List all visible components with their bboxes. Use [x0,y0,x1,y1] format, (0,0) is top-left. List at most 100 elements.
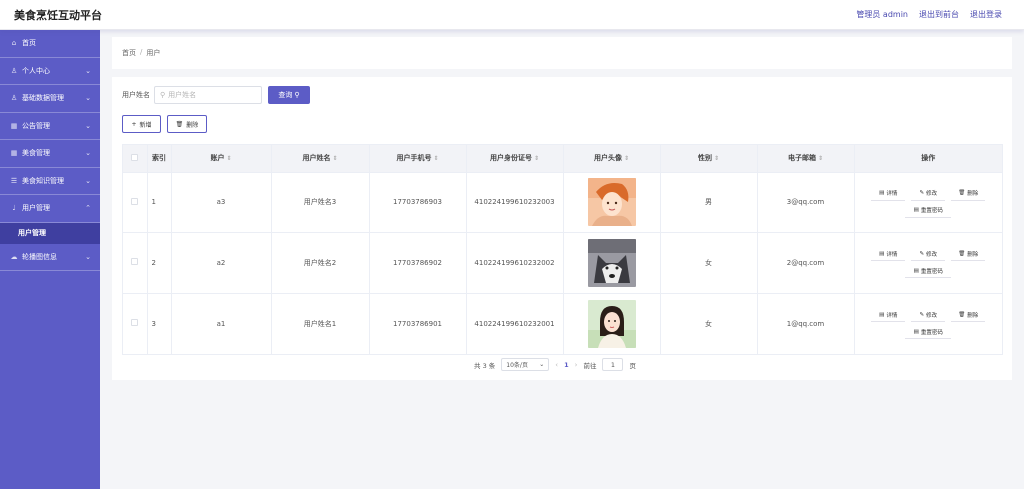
search-row: 用户姓名 ⚲ 用户姓名 查询 ⚲ [122,86,310,104]
column-header-phone[interactable]: 用户手机号 ⇕ [369,145,467,172]
column-header-avatar[interactable]: 用户头像 ⇕ [563,145,661,172]
edit-button[interactable]: ✎ 修改 [911,247,946,262]
cell-name: 用户姓名1 [271,293,370,354]
user-avatar-image[interactable] [587,238,636,287]
cell-email: 2@qq.com [757,232,855,293]
cell-avatar [563,232,661,293]
search-placeholder: 用户姓名 [168,91,197,99]
sidebar-item-label: 轮播图信息 [22,252,57,261]
search-icon: ⚲ [294,91,300,99]
delete-button[interactable]: 🗑 删除 [167,115,207,133]
query-button[interactable]: 查询 ⚲ [268,86,310,104]
query-button-label: 查询 [278,91,293,99]
action-row: + 新增 🗑 删除 [122,115,207,133]
sidebar-item-label: 美食知识管理 [22,176,64,185]
doc-icon: ▤ [879,190,885,197]
prev-page-icon[interactable]: ‹ [555,361,558,369]
cloud-icon: ☁ [10,252,18,261]
row-delete-button[interactable]: 🗑 删除 [951,308,986,322]
sidebar-item-notice[interactable]: ▦ 公告管理 ⌄ [0,113,100,140]
row-delete-button[interactable]: 🗑 删除 [951,187,986,201]
goto-page-input[interactable]: 1 [602,358,624,371]
row-checkbox[interactable] [123,172,148,233]
grid-icon: ▦ [10,149,18,158]
user-avatar-image[interactable] [587,178,636,227]
row-checkbox[interactable] [123,232,148,293]
row-checkbox[interactable] [123,293,148,354]
plus-icon: + [131,120,137,128]
sidebar-subitem-user-management[interactable]: 用户管理 [0,222,100,244]
detail-button[interactable]: ▤ 详情 [871,308,906,322]
cell-actions: ▤ 详情 ✎ 修改 🗑 删除 ▤ 重置密码 [854,233,1002,294]
cell-idcard: 410224199610232003 [466,172,564,233]
table-row: 1 a3 用户姓名3 17703786903 41022419961023200… [123,172,1002,233]
column-header-idcard[interactable]: 用户身份证号 ⇕ [466,145,564,172]
column-header-gender[interactable]: 性别 ⇕ [660,145,758,172]
next-page-icon[interactable]: › [575,361,578,369]
grid-icon: ▦ [10,121,18,130]
column-header-index: 索引 [147,145,172,172]
chevron-down-icon: ⌄ [85,176,91,185]
front-link[interactable]: 退出到前台 [919,9,959,20]
add-button-label: 新增 [139,121,152,129]
add-button[interactable]: + 新增 [122,115,161,133]
column-header-email[interactable]: 电子邮箱 ⇕ [757,145,855,172]
sidebar-item-carousel[interactable]: ☁ 轮播图信息 ⌄ [0,244,100,271]
search-input[interactable]: ⚲ 用户姓名 [154,86,262,104]
breadcrumb-home[interactable]: 首页 [122,48,136,58]
cell-email: 1@qq.com [757,293,855,354]
reset-password-button[interactable]: ▤ 重置密码 [905,204,952,218]
person-icon: ♙ [10,94,18,103]
chevron-down-icon: ⌄ [85,149,91,157]
cell-name: 用户姓名3 [271,172,370,233]
cell-idcard: 410224199610232001 [466,293,564,354]
list-icon: ☰ [10,176,18,185]
home-icon: ⌂ [11,39,17,48]
chevron-down-icon: ⌄ [85,252,91,261]
pencil-icon: ✎ [919,311,925,318]
sidebar-item-food-knowledge[interactable]: ☰ 美食知识管理 ⌄ [0,168,100,195]
sidebar-item-food[interactable]: ▦ 美食管理 ⌄ [0,140,100,168]
app-title: 美食烹饪互动平台 [14,9,102,22]
person-icon: ♙ [10,66,18,75]
edit-button[interactable]: ✎ 修改 [911,187,946,201]
search-label: 用户姓名 [122,91,150,99]
edit-button[interactable]: ✎ 修改 [911,308,946,322]
sort-icon: ⇕ [713,155,720,163]
cell-gender: 女 [660,293,758,354]
breadcrumb: 首页 / 用户 [122,48,160,58]
sort-icon: ⇕ [817,155,824,163]
chevron-down-icon: ⌄ [85,94,91,102]
sidebar-item-home[interactable]: ⌂ 首页 [0,30,100,58]
admin-label[interactable]: 管理员 admin [856,9,908,20]
breadcrumb-current: 用户 [146,49,161,57]
column-header-name[interactable]: 用户姓名 ⇕ [271,145,370,172]
select-all-checkbox[interactable] [123,145,148,172]
sort-icon: ⇕ [226,155,232,163]
sort-icon: ⇕ [332,155,338,163]
sidebar-item-basic-data[interactable]: ♙ 基础数据管理 ⌄ [0,85,100,113]
doc-icon: ▤ [879,311,885,318]
cell-index: 1 [147,172,172,233]
sidebar-item-label: 公告管理 [22,121,50,130]
user-avatar-image[interactable] [587,299,636,348]
doc-icon: ▤ [879,250,885,257]
page-number[interactable]: 1 [564,361,569,369]
sort-icon: ⇕ [533,155,540,163]
cell-name: 用户姓名2 [271,232,370,293]
detail-button[interactable]: ▤ 详情 [871,247,906,262]
reset-password-button[interactable]: ▤ 重置密码 [905,264,952,279]
detail-button[interactable]: ▤ 详情 [871,187,906,201]
page-size-select[interactable]: 10条/页 ⌄ [501,358,550,371]
row-delete-button[interactable]: 🗑 删除 [951,247,986,262]
column-header-account[interactable]: 账户 ⇕ [171,145,272,172]
sidebar-item-profile[interactable]: ♙ 个人中心 ⌄ [0,58,100,85]
sidebar-item-label: 用户管理 [22,204,50,213]
delete-button-label: 删除 [186,121,199,129]
logout-link[interactable]: 退出登录 [970,9,1002,20]
top-bar: 美食烹饪互动平台 管理员 admin 退出到前台 退出登录 [0,0,1024,30]
sidebar-item-users[interactable]: ♩ 用户管理 ⌃ [0,195,100,223]
cell-actions: ▤ 详情 ✎ 修改 🗑 删除 ▤ 重置密码 [854,293,1002,354]
reset-password-button[interactable]: ▤ 重置密码 [905,325,952,339]
pencil-icon: ✎ [919,250,925,257]
